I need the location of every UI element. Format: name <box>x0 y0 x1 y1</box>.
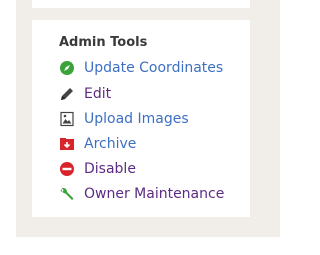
previous-card-bottom <box>32 0 250 8</box>
archive-label: Archive <box>84 136 137 152</box>
pencil-icon <box>59 86 75 102</box>
edit-link[interactable]: Edit <box>59 84 111 104</box>
disable-label: Disable <box>84 161 136 177</box>
update-coordinates-link[interactable]: Update Coordinates <box>59 58 223 78</box>
admin-tools-card: Admin Tools Update Coordinates Edit Uplo… <box>32 20 250 217</box>
no-entry-icon <box>59 161 75 177</box>
owner-maintenance-link[interactable]: Owner Maintenance <box>59 184 224 204</box>
sidebar-panel: Admin Tools Update Coordinates Edit Uplo… <box>16 0 280 237</box>
archive-icon <box>59 136 75 152</box>
admin-tools-heading: Admin Tools <box>59 35 148 50</box>
archive-link[interactable]: Archive <box>59 134 136 154</box>
owner-maintenance-label: Owner Maintenance <box>84 186 225 202</box>
compass-icon <box>59 60 75 76</box>
image-icon <box>59 111 75 127</box>
disable-link[interactable]: Disable <box>59 159 136 179</box>
upload-images-label: Upload Images <box>84 111 189 127</box>
upload-images-link[interactable]: Upload Images <box>59 109 189 129</box>
wrench-icon <box>59 186 75 202</box>
edit-label: Edit <box>84 86 112 102</box>
update-coordinates-label: Update Coordinates <box>84 60 224 76</box>
